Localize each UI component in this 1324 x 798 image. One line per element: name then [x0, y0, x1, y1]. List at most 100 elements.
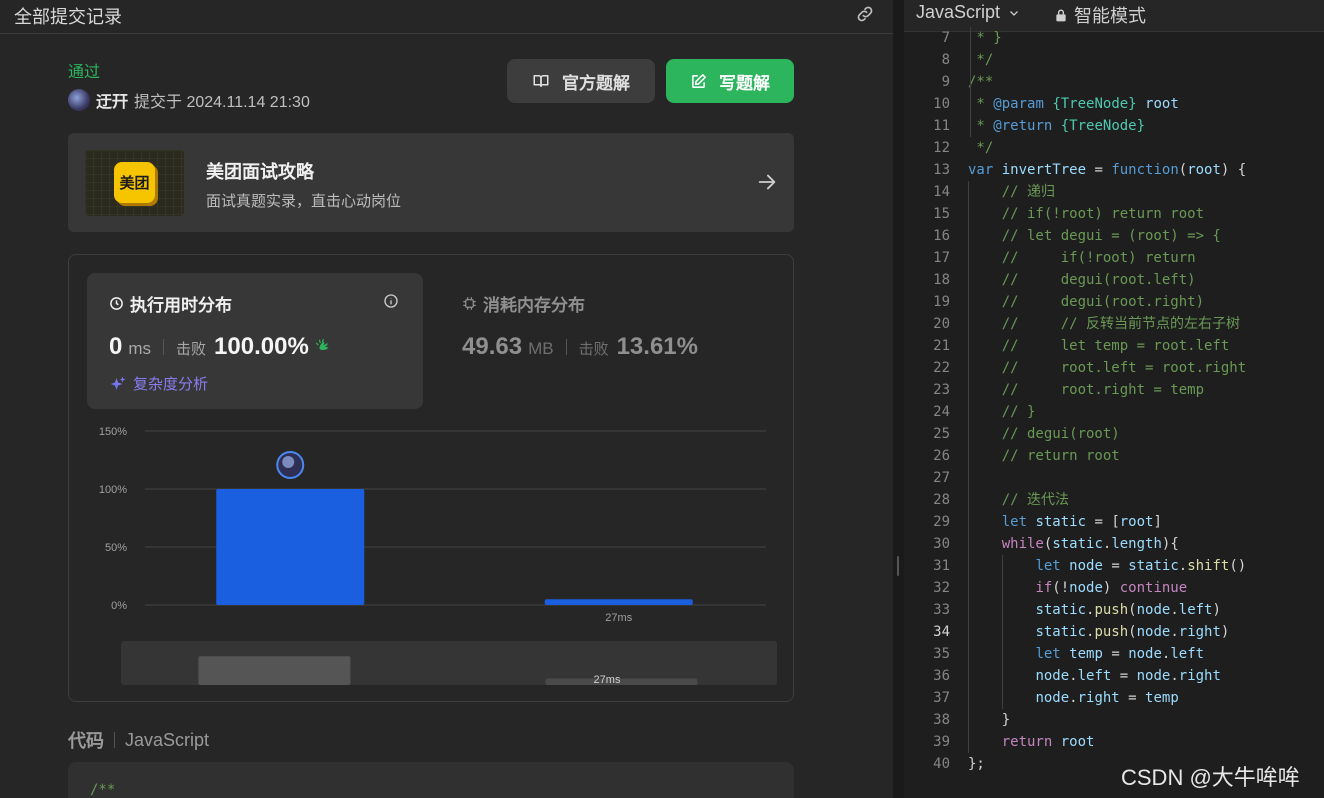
submission-panel: 全部提交记录 通过 迂幵 提交于 2024.11.14 21:30 官方题解 写…	[0, 0, 893, 798]
line-number: 17	[933, 250, 950, 266]
y-tick-label: 150%	[99, 426, 127, 438]
meituan-logo: 美团	[85, 150, 184, 216]
code-line[interactable]: 33 static.push(node.left)	[904, 599, 1324, 621]
code-line[interactable]: 11 * @return {TreeNode}	[904, 115, 1324, 137]
panel-resize-handle[interactable]	[893, 0, 904, 798]
language-select[interactable]: JavaScript	[916, 2, 1020, 23]
official-solution-label: 官方题解	[562, 73, 630, 93]
code-line[interactable]: 15 // if(!root) return root	[904, 203, 1324, 225]
code-text: // // 反转当前节点的左右子树	[1001, 316, 1241, 332]
code-text: // if(!root) return root	[1001, 206, 1205, 222]
y-tick-label: 0%	[111, 600, 127, 612]
code-text: return root	[1001, 734, 1095, 750]
code-line[interactable]: 36 node.left = node.right	[904, 665, 1324, 687]
code-section-label: 代码 JavaScript	[68, 727, 209, 753]
code-preview-first-line: /**	[90, 782, 116, 798]
code-line[interactable]: 35 let temp = node.left	[904, 643, 1324, 665]
author-name[interactable]: 迂幵	[96, 88, 128, 112]
code-line[interactable]: 19 // degui(root.right)	[904, 291, 1324, 313]
code-text: // degui(root.left)	[1001, 272, 1196, 288]
code-line[interactable]: 21 // let temp = root.left	[904, 335, 1324, 357]
code-language: JavaScript	[125, 729, 210, 750]
book-icon	[533, 75, 549, 87]
code-line[interactable]: 25 // degui(root)	[904, 423, 1324, 445]
line-number: 31	[933, 558, 950, 574]
smart-mode-toggle[interactable]: 智能模式	[1054, 2, 1146, 28]
code-text: // return root	[1001, 448, 1120, 464]
code-line[interactable]: 26 // return root	[904, 445, 1324, 467]
code-line[interactable]: 8 */	[904, 49, 1324, 71]
code-text: let node = static.shift()	[1035, 558, 1247, 574]
code-text: * @return {TreeNode}	[968, 118, 1146, 134]
code-line[interactable]: 20 // // 反转当前节点的左右子树	[904, 313, 1324, 335]
code-text: * @param {TreeNode} root	[968, 96, 1179, 112]
runtime-distribution-chart[interactable]: 150% 100% 50% 0% 27ms 27ms	[69, 255, 795, 703]
line-number: 32	[933, 580, 950, 596]
code-line[interactable]: 24 // }	[904, 401, 1324, 423]
code-editor[interactable]: 7 * } 8 */9/** 10 * @param {TreeNode} root…	[904, 27, 1324, 798]
code-line[interactable]: 13 var invertTree = function(root) {	[904, 159, 1324, 181]
code-line[interactable]: 34 static.push(node.right)	[904, 621, 1324, 643]
submissions-title: 全部提交记录	[14, 7, 122, 27]
code-line[interactable]: 27	[904, 467, 1324, 489]
code-line[interactable]: 18 // degui(root.left)	[904, 269, 1324, 291]
code-line[interactable]: 30 while(static.length){	[904, 533, 1324, 555]
code-text: // 递归	[1001, 184, 1056, 200]
write-solution-button[interactable]: 写题解	[666, 59, 794, 103]
code-line[interactable]: 22 // root.left = root.right	[904, 357, 1324, 379]
line-number: 36	[933, 668, 950, 684]
y-tick-label: 50%	[105, 542, 127, 554]
line-number: 39	[933, 734, 950, 750]
code-line[interactable]: 32 if(!node) continue	[904, 577, 1324, 599]
code-editor-panel: JavaScript 智能模式 7 * } 8 */9/** 10 * @param…	[904, 0, 1324, 798]
arrow-right-icon[interactable]	[756, 171, 778, 193]
promo-title: 美团面试攻略	[206, 162, 314, 182]
line-number: 8	[941, 52, 950, 68]
line-number: 37	[933, 690, 950, 706]
code-line[interactable]: 31 let node = static.shift()	[904, 555, 1324, 577]
line-number: 16	[933, 228, 950, 244]
line-number: 23	[933, 382, 950, 398]
avatar[interactable]	[68, 89, 90, 111]
line-number: 13	[933, 162, 950, 178]
code-line[interactable]: 9 /**	[904, 71, 1324, 93]
code-line[interactable]: 23 // root.right = temp	[904, 379, 1324, 401]
indent-guide	[970, 27, 971, 137]
navigator-bar	[545, 678, 698, 685]
line-number: 7	[941, 30, 950, 46]
code-line[interactable]: 16 // let degui = (root) => {	[904, 225, 1324, 247]
write-solution-label: 写题解	[719, 73, 770, 93]
y-tick-label: 100%	[99, 484, 127, 496]
line-number: 30	[933, 536, 950, 552]
code-line[interactable]: 17 // if(!root) return	[904, 247, 1324, 269]
my-position-avatar-detail	[282, 456, 295, 468]
submitter-info: 迂幵 提交于 2024.11.14 21:30	[68, 88, 310, 112]
code-text: static.push(node.right)	[1035, 624, 1230, 640]
official-solution-button[interactable]: 官方题解	[507, 59, 655, 103]
code-line[interactable]: 37 node.right = temp	[904, 687, 1324, 709]
code-text: while(static.length){	[1001, 536, 1179, 552]
line-number: 38	[933, 712, 950, 728]
submitted-code-preview[interactable]: /**	[68, 762, 794, 798]
code-line[interactable]: 39 return root	[904, 731, 1324, 753]
code-line[interactable]: 12 */	[904, 137, 1324, 159]
code-line[interactable]: 38 }	[904, 709, 1324, 731]
csdn-watermark: CSDN @大牛哞哞	[1121, 765, 1300, 790]
line-number: 40	[933, 756, 950, 772]
code-text: // root.right = temp	[1001, 382, 1205, 398]
code-label: 代码	[68, 731, 104, 751]
bar[interactable]	[216, 489, 365, 605]
x-tick-label: 27ms	[605, 612, 632, 624]
code-line[interactable]: 29 let static = [root]	[904, 511, 1324, 533]
code-line[interactable]: 14 // 递归	[904, 181, 1324, 203]
code-text: node.left = node.right	[1035, 668, 1221, 684]
code-line[interactable]: 7 * }	[904, 27, 1324, 49]
promo-banner[interactable]: 美团 美团面试攻略 面试真题实录，直击心动岗位	[68, 133, 794, 232]
code-text: // let temp = root.left	[1001, 338, 1230, 354]
line-number: 33	[933, 602, 950, 618]
code-text: // }	[1001, 404, 1036, 420]
code-line[interactable]: 10 * @param {TreeNode} root	[904, 93, 1324, 115]
code-line[interactable]: 28 // 迭代法	[904, 489, 1324, 511]
bar[interactable]	[544, 599, 693, 605]
link-icon[interactable]	[855, 4, 875, 24]
